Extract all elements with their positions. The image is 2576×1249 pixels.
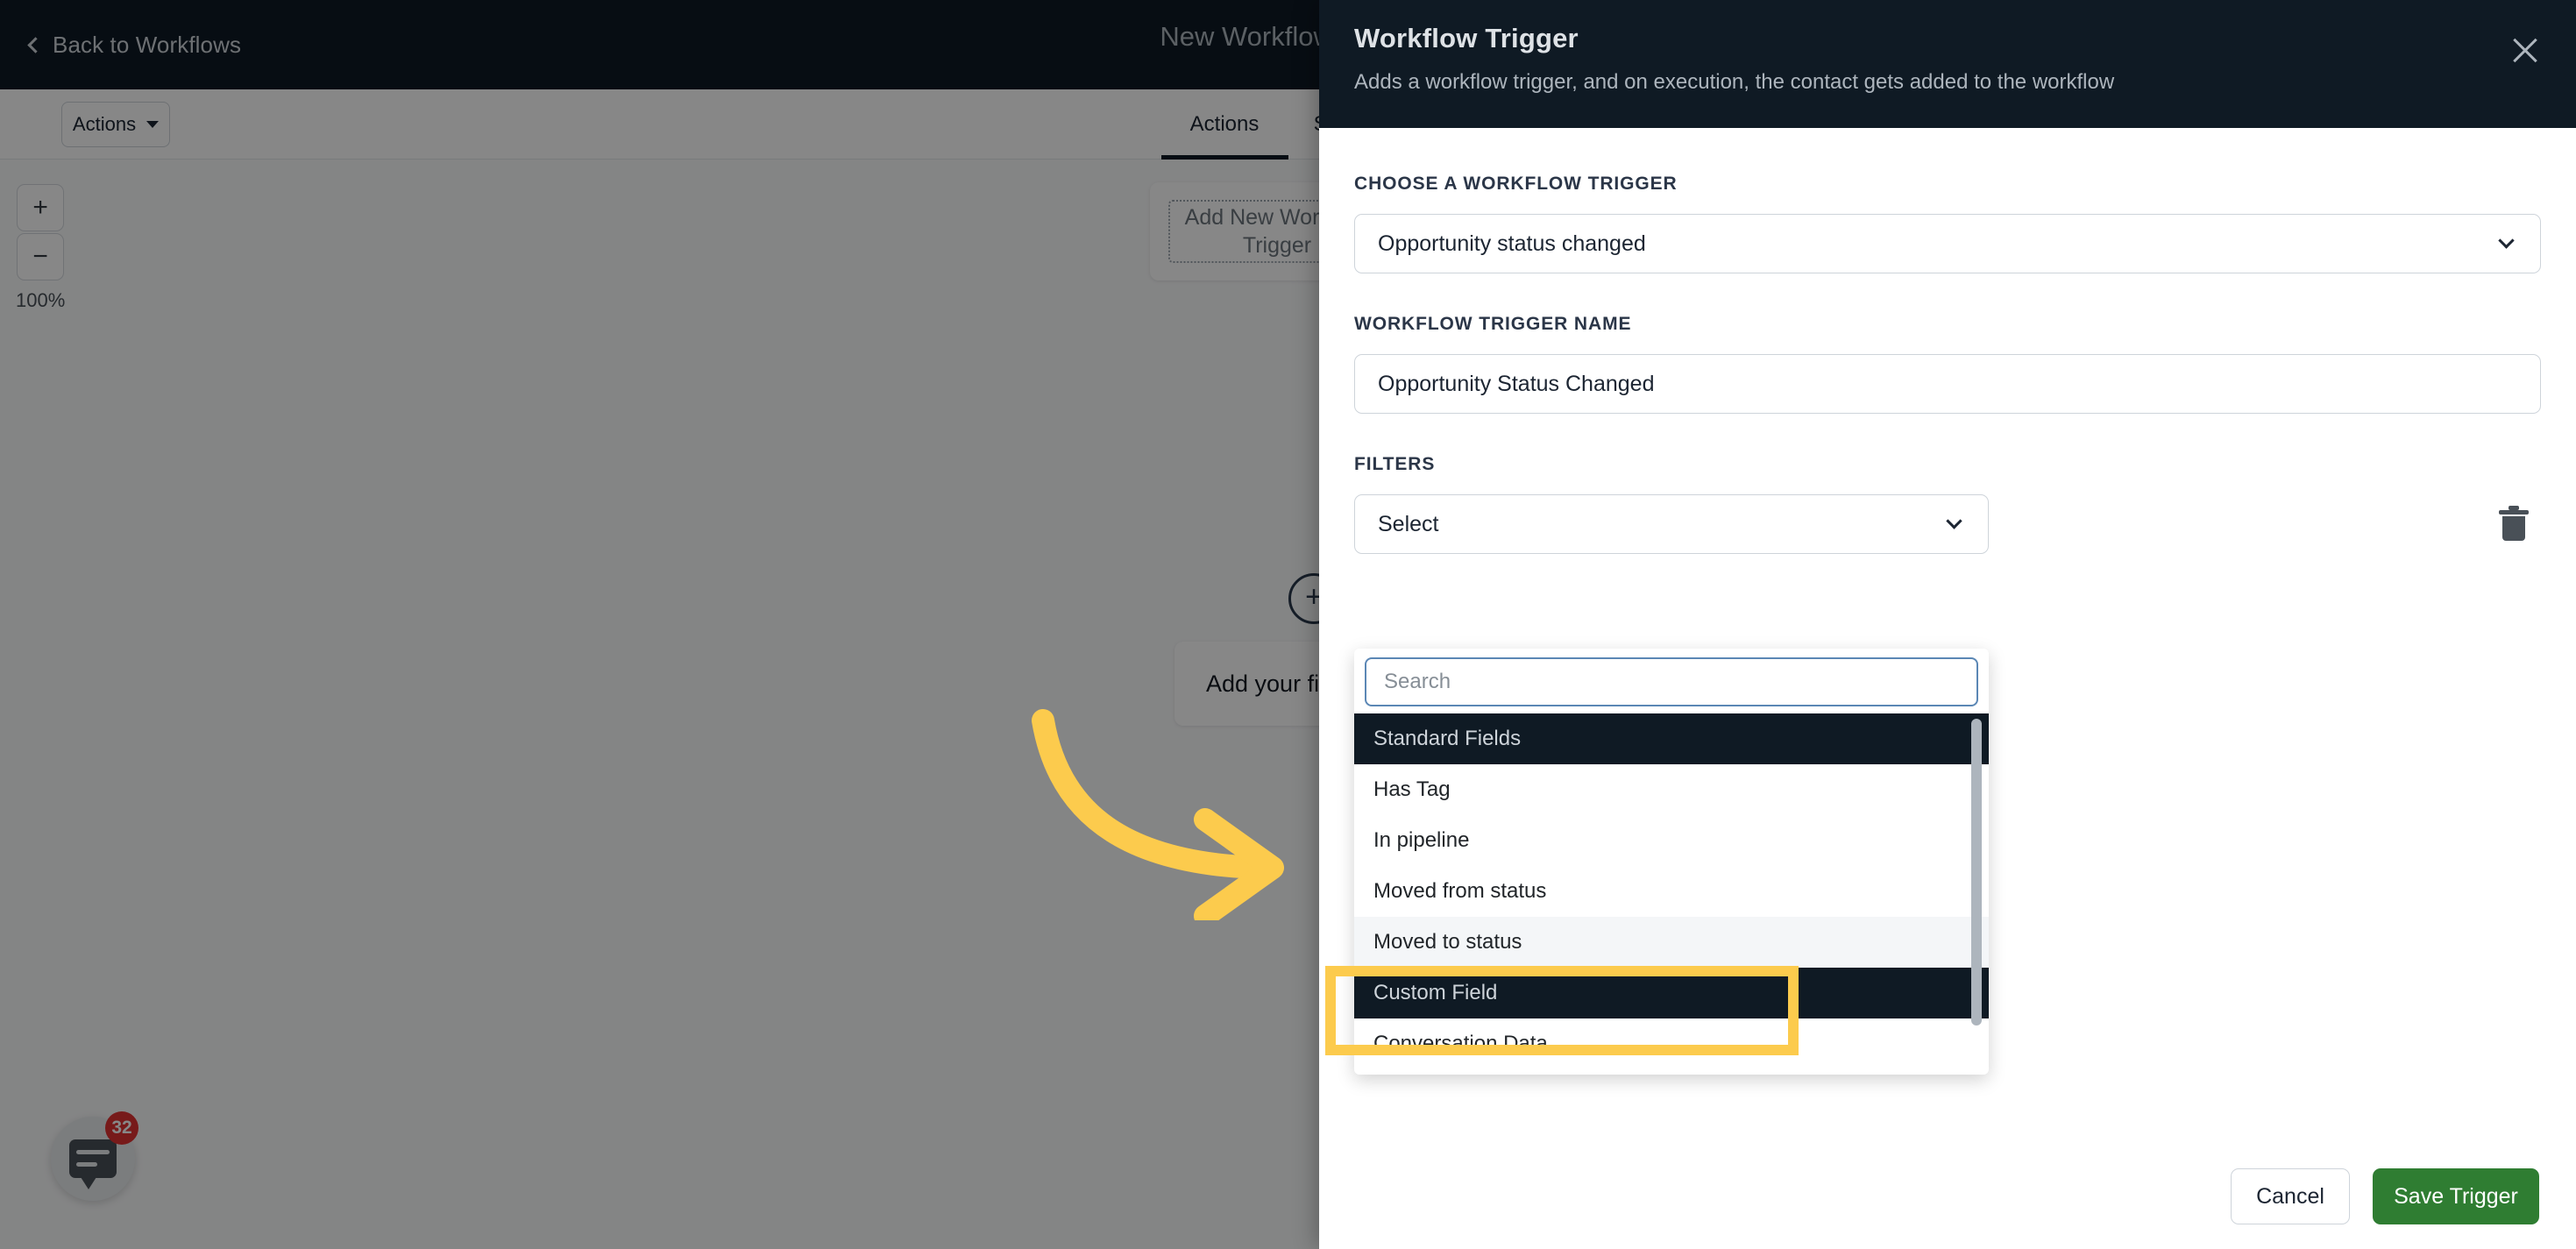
filters-label: FILTERS [1354, 454, 1436, 474]
dropdown-item-moved-from-status[interactable]: Moved from status [1354, 866, 1989, 917]
dropdown-group-standard-fields: Standard Fields [1354, 713, 1989, 764]
filter-field-dropdown: Standard Fields Has Tag In pipeline Move… [1354, 649, 1989, 1075]
cancel-button-label: Cancel [2256, 1183, 2324, 1209]
modal-subtitle: Adds a workflow trigger, and on executio… [1354, 70, 2115, 94]
choose-trigger-label: CHOOSE A WORKFLOW TRIGGER [1354, 174, 1678, 194]
trigger-name-label: WORKFLOW TRIGGER NAME [1354, 314, 1632, 334]
save-trigger-button[interactable]: Save Trigger [2373, 1168, 2539, 1224]
modal-footer: Cancel Save Trigger [1319, 1144, 2576, 1249]
dropdown-scrollbar[interactable] [1971, 719, 1982, 1066]
trigger-name-value: Opportunity Status Changed [1378, 371, 1655, 396]
modal-body: CHOOSE A WORKFLOW TRIGGER Opportunity st… [1319, 128, 2576, 1144]
dropdown-list[interactable]: Standard Fields Has Tag In pipeline Move… [1354, 713, 1989, 1069]
trash-lid [2499, 506, 2529, 515]
dropdown-item-moved-to-status[interactable]: Moved to status [1354, 917, 1989, 968]
modal-header: Workflow Trigger Adds a workflow trigger… [1319, 0, 2576, 128]
modal-title: Workflow Trigger [1354, 23, 1579, 53]
close-icon[interactable] [2506, 32, 2544, 70]
dropdown-item-has-tag[interactable]: Has Tag [1354, 764, 1989, 815]
dropdown-item-conversation-data[interactable]: Conversation Data [1354, 1018, 1989, 1069]
workflow-trigger-modal: Workflow Trigger Adds a workflow trigger… [1319, 0, 2576, 1249]
chevron-down-icon [1946, 513, 1962, 529]
filter-field-value: Select [1378, 511, 1439, 536]
delete-filter-icon[interactable] [2499, 506, 2529, 542]
dropdown-search-wrap [1354, 649, 1989, 713]
dropdown-scrollbar-thumb[interactable] [1971, 719, 1982, 1025]
cancel-button[interactable]: Cancel [2231, 1168, 2350, 1224]
filter-row: Select [1354, 494, 2541, 554]
search-input[interactable] [1365, 657, 1978, 706]
dropdown-item-in-pipeline[interactable]: In pipeline [1354, 815, 1989, 866]
chevron-down-icon [2498, 232, 2515, 249]
save-trigger-button-label: Save Trigger [2394, 1183, 2518, 1209]
dropdown-group-custom-field: Custom Field [1354, 968, 1989, 1018]
trash-can [2502, 516, 2525, 541]
choose-trigger-value: Opportunity status changed [1378, 231, 1646, 256]
trigger-name-input[interactable]: Opportunity Status Changed [1354, 354, 2541, 414]
filter-field-select[interactable]: Select [1354, 494, 1989, 554]
choose-trigger-select[interactable]: Opportunity status changed [1354, 214, 2541, 273]
